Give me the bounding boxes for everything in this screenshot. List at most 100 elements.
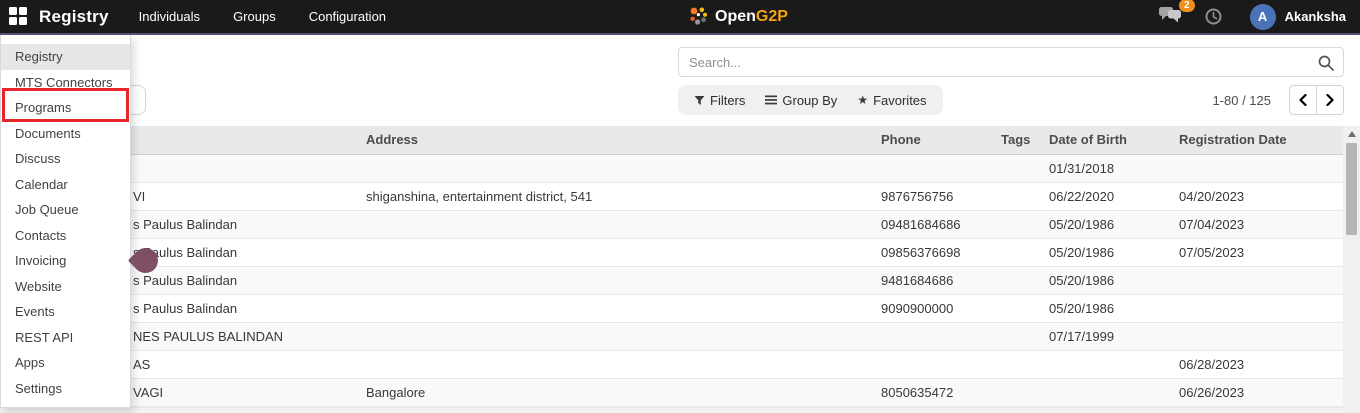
search-box — [678, 47, 1344, 77]
column-header-address[interactable]: Address — [362, 126, 877, 154]
filters-label: Filters — [710, 93, 745, 108]
cell-phone — [877, 155, 997, 182]
activities-button[interactable] — [1205, 8, 1222, 25]
cell-address — [362, 351, 877, 378]
vertical-scrollbar[interactable] — [1343, 126, 1360, 413]
navbar-left: Registry Individuals Groups Configuratio… — [0, 0, 419, 33]
nav-item-individuals[interactable]: Individuals — [139, 9, 200, 24]
star-icon: ★ — [857, 93, 868, 107]
pager-buttons — [1289, 85, 1344, 115]
table-row[interactable]: AS06/28/2023 — [0, 351, 1343, 379]
cell-address — [362, 323, 877, 350]
clock-icon — [1205, 8, 1222, 25]
cell-address: shiganshina, entertainment district, 541 — [362, 183, 877, 210]
column-header-registration-date[interactable]: Registration Date — [1175, 126, 1343, 154]
app-menu-item-website[interactable]: Website — [1, 274, 130, 300]
app-menu-item-settings[interactable]: Settings — [1, 376, 130, 402]
cell-phone: 8050635472 — [877, 379, 997, 406]
search-icon[interactable] — [1317, 54, 1335, 72]
cell-phone: 9481684686 — [877, 267, 997, 294]
cell-address: Bangalore — [362, 379, 877, 406]
notification-badge: 2 — [1179, 0, 1195, 12]
cell-tags — [997, 267, 1045, 294]
app-menu-item-apps[interactable]: Apps — [1, 350, 130, 376]
table-row[interactable]: s Paulus Balindan948168468605/20/1986 — [0, 267, 1343, 295]
cell-tags — [997, 239, 1045, 266]
nav-item-groups[interactable]: Groups — [233, 9, 276, 24]
pager-next-button[interactable] — [1316, 85, 1344, 115]
table-row[interactable]: VIshiganshina, entertainment district, 5… — [0, 183, 1343, 211]
cell-tags — [997, 323, 1045, 350]
column-header-tags[interactable]: Tags — [997, 126, 1045, 154]
app-menu-item-invoicing[interactable]: Invoicing — [1, 248, 130, 274]
navbar-right: 2 A Akanksha — [1159, 0, 1346, 33]
user-avatar[interactable]: A — [1250, 4, 1276, 30]
app-menu-item-rest-api[interactable]: REST API — [1, 325, 130, 351]
cell-dob: 05/20/1986 — [1045, 267, 1175, 294]
table-row[interactable]: s Paulus Balindan0985637669805/20/198607… — [0, 239, 1343, 267]
cell-reg_date: 06/28/2023 — [1175, 351, 1343, 378]
app-menu-item-events[interactable]: Events — [1, 299, 130, 325]
app-menu-item-job-queue[interactable]: Job Queue — [1, 197, 130, 223]
table-row[interactable]: s Paulus Balindan0948168468605/20/198607… — [0, 211, 1343, 239]
apps-menu-icon[interactable] — [9, 7, 28, 26]
cell-dob: 07/17/1999 — [1045, 323, 1175, 350]
cell-phone — [877, 351, 997, 378]
cell-address — [362, 295, 877, 322]
cell-dob: 06/22/2020 — [1045, 183, 1175, 210]
search-options-bar: Filters Group By ★ Favorites — [678, 85, 943, 115]
user-name[interactable]: Akanksha — [1285, 9, 1346, 24]
cell-dob: 05/20/1986 — [1045, 211, 1175, 238]
table-body: 01/31/2018VIshiganshina, entertainment d… — [0, 155, 1343, 407]
group-by-button[interactable]: Group By — [755, 85, 847, 115]
chevron-left-icon — [1299, 94, 1307, 106]
cell-reg_date — [1175, 295, 1343, 322]
cell-dob: 05/20/1986 — [1045, 295, 1175, 322]
app-name[interactable]: Registry — [39, 7, 109, 27]
apps-dropdown-menu: RegistryMTS ConnectorsProgramsDocumentsD… — [0, 35, 131, 408]
favorites-label: Favorites — [873, 93, 926, 108]
app-menu-item-discuss[interactable]: Discuss — [1, 146, 130, 172]
registrants-table: AddressPhoneTagsDate of BirthRegistratio… — [0, 126, 1343, 413]
table-row[interactable]: s Paulus Balindan909090000005/20/1986 — [0, 295, 1343, 323]
cell-phone — [877, 323, 997, 350]
main-content: Filters Group By ★ Favorites 1-80 / 125 — [0, 35, 1360, 413]
cell-dob: 05/20/1986 — [1045, 239, 1175, 266]
app-menu-item-programs[interactable]: Programs — [1, 95, 130, 121]
cell-phone: 9090900000 — [877, 295, 997, 322]
cell-phone: 9876756756 — [877, 183, 997, 210]
filters-button[interactable]: Filters — [684, 85, 755, 115]
cell-reg_date: 07/04/2023 — [1175, 211, 1343, 238]
app-menu-item-registry[interactable]: Registry — [1, 44, 130, 70]
table-row[interactable]: VAGIBangalore805063547206/26/2023 — [0, 379, 1343, 407]
openg2p-logo-icon — [688, 6, 709, 27]
column-header-phone[interactable]: Phone — [877, 126, 997, 154]
chevron-right-icon — [1326, 94, 1334, 106]
cell-address — [362, 155, 877, 182]
app-menu-item-contacts[interactable]: Contacts — [1, 223, 130, 249]
table-header-row: AddressPhoneTagsDate of BirthRegistratio… — [0, 126, 1343, 155]
pager-range: 1-80 / 125 — [1212, 93, 1271, 108]
scrollbar-thumb[interactable] — [1346, 143, 1357, 235]
cell-address — [362, 267, 877, 294]
column-header-date-of-birth[interactable]: Date of Birth — [1045, 126, 1175, 154]
app-menu-item-documents[interactable]: Documents — [1, 121, 130, 147]
messages-button[interactable]: 2 — [1159, 6, 1183, 28]
cell-reg_date — [1175, 323, 1343, 350]
cell-tags — [997, 379, 1045, 406]
favorites-button[interactable]: ★ Favorites — [847, 85, 936, 115]
cell-tags — [997, 183, 1045, 210]
search-input[interactable] — [679, 48, 1343, 76]
nav-item-configuration[interactable]: Configuration — [309, 9, 386, 24]
app-menu-item-mts-connectors[interactable]: MTS Connectors — [1, 70, 130, 96]
scroll-up-arrow-icon[interactable] — [1348, 131, 1356, 137]
table-row[interactable]: NES PAULUS BALINDAN07/17/1999 — [0, 323, 1343, 351]
cell-tags — [997, 351, 1045, 378]
pager: 1-80 / 125 — [1212, 85, 1344, 115]
app-menu-item-calendar[interactable]: Calendar — [1, 172, 130, 198]
table-row[interactable]: 01/31/2018 — [0, 155, 1343, 183]
pager-prev-button[interactable] — [1289, 85, 1317, 115]
cell-tags — [997, 155, 1045, 182]
filter-funnel-icon — [694, 95, 705, 106]
cell-dob — [1045, 379, 1175, 406]
